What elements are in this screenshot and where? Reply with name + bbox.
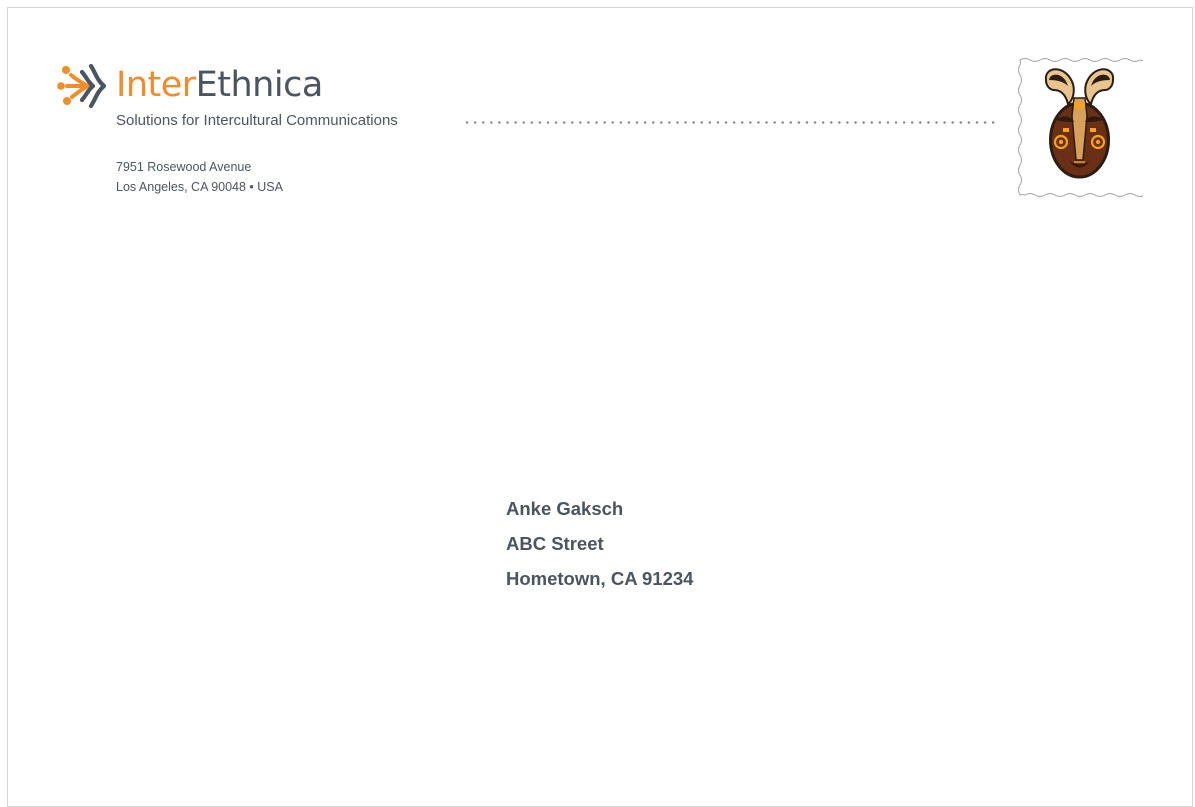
sender-city-line: Los Angeles, CA 90048 • USA — [116, 180, 283, 194]
brand-name-ethnica: Ethnica — [195, 65, 324, 105]
sender-address: 7951 Rosewood Avenue Los Angeles, CA 900… — [116, 157, 283, 197]
sender-street: 7951 Rosewood Avenue — [116, 160, 252, 174]
recipient-city-line: Hometown, CA 91234 — [506, 568, 694, 589]
recipient-name: Anke Gaksch — [506, 498, 624, 519]
dotted-divider — [463, 121, 995, 124]
postage-stamp — [1018, 58, 1143, 197]
brand-tagline: Solutions for Intercultural Communicatio… — [116, 112, 398, 129]
interethnica-logo-icon — [57, 63, 107, 109]
brand-name: InterEthnica — [116, 64, 323, 106]
brand-name-inter: Inter — [116, 65, 196, 105]
recipient-street: ABC Street — [506, 533, 604, 554]
envelope: InterEthnica Solutions for Intercultural… — [7, 7, 1193, 807]
recipient-address: Anke Gaksch ABC Street Hometown, CA 9123… — [506, 491, 693, 596]
